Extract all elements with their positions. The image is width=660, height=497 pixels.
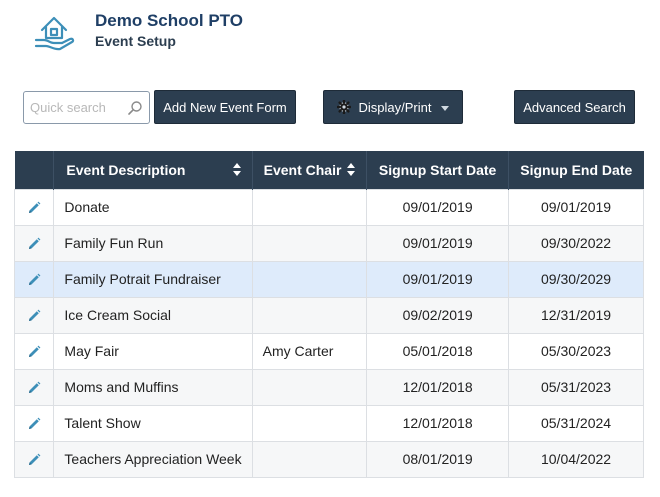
signup-end-cell: 09/30/2029 <box>508 260 644 298</box>
edit-cell[interactable] <box>13 296 55 334</box>
search-icon[interactable] <box>127 100 143 116</box>
signup-end-cell: 05/31/2024 <box>508 404 644 442</box>
search-input[interactable] <box>30 92 126 123</box>
pencil-icon[interactable] <box>27 273 41 287</box>
sort-icon[interactable] <box>347 163 356 176</box>
table-row[interactable]: Talent Show 12/01/2018 05/31/2024 <box>13 404 644 442</box>
edit-cell[interactable] <box>13 188 55 226</box>
signup-start-cell: 09/01/2019 <box>366 188 510 226</box>
display-print-button[interactable]: Display/Print <box>323 90 463 124</box>
app-title: Demo School PTO <box>95 11 243 30</box>
event-chair-cell <box>251 188 368 226</box>
signup-start-cell: 12/01/2018 <box>366 404 510 442</box>
signup-start-cell: 09/02/2019 <box>366 296 510 334</box>
edit-cell[interactable] <box>13 404 55 442</box>
table-row[interactable]: Family Potrait Fundraiser 09/01/2019 09/30… <box>13 260 644 298</box>
edit-column-header <box>14 151 55 189</box>
advanced-search-button[interactable]: Advanced Search <box>514 90 635 124</box>
signup-end-cell: 05/30/2023 <box>508 332 644 370</box>
display-print-label: Display/Print <box>358 99 432 115</box>
advanced-search-label: Advanced Search <box>523 99 626 115</box>
signup-end-cell: 09/01/2019 <box>508 188 644 226</box>
signup-end-cell: 12/31/2019 <box>508 296 644 334</box>
signup-end-cell: 09/30/2022 <box>508 224 644 262</box>
pencil-icon[interactable] <box>27 201 41 215</box>
edit-cell[interactable] <box>13 260 55 298</box>
page-title: Event Setup <box>95 33 176 49</box>
event-description-cell: May Fair <box>53 332 253 370</box>
event-chair-cell <box>251 404 368 442</box>
column-header-start[interactable]: Signup Start Date <box>366 151 510 189</box>
event-description-cell: Ice Cream Social <box>53 296 253 334</box>
edit-cell[interactable] <box>13 368 55 406</box>
pencil-icon[interactable] <box>27 381 41 395</box>
signup-end-cell: 10/04/2022 <box>508 440 644 478</box>
table-header-row: Event Description Event Chair Signup Sta… <box>14 151 644 189</box>
event-chair-cell <box>251 440 368 478</box>
sort-icon[interactable] <box>232 163 241 176</box>
event-chair-cell: Amy Carter <box>251 332 368 370</box>
signup-start-cell: 12/01/2018 <box>366 368 510 406</box>
table-row[interactable]: Moms and Muffins 12/01/2018 05/31/2023 <box>13 368 644 406</box>
column-header-end[interactable]: Signup End Date <box>509 151 644 189</box>
events-table: Event Description Event Chair Signup Sta… <box>13 151 644 478</box>
column-header-description[interactable]: Event Description <box>53 151 253 189</box>
add-event-button[interactable]: Add New Event Form <box>154 90 296 124</box>
gear-icon <box>336 100 351 114</box>
table-row[interactable]: Teachers Appreciation Week 08/01/2019 10/0… <box>13 440 644 478</box>
edit-cell[interactable] <box>13 332 55 370</box>
house-hand-icon <box>34 16 75 51</box>
event-chair-cell <box>251 224 368 262</box>
signup-end-cell: 05/31/2023 <box>508 368 644 406</box>
event-description-cell: Teachers Appreciation Week <box>53 440 253 478</box>
event-description-cell: Talent Show <box>53 404 253 442</box>
event-description-cell: Donate <box>53 188 253 226</box>
table-row[interactable]: Donate 09/01/2019 09/01/2019 <box>13 188 644 226</box>
edit-cell[interactable] <box>13 440 55 478</box>
table-row[interactable]: Family Fun Run 09/01/2019 09/30/2022 <box>13 224 644 262</box>
add-event-label: Add New Event Form <box>163 99 287 115</box>
table-row[interactable]: Ice Cream Social 09/02/2019 12/31/2019 <box>13 296 644 334</box>
pencil-icon[interactable] <box>27 345 41 359</box>
chevron-down-icon <box>441 105 450 111</box>
pencil-icon[interactable] <box>27 309 41 323</box>
event-chair-cell <box>251 368 368 406</box>
event-description-cell: Moms and Muffins <box>53 368 253 406</box>
signup-start-cell: 08/01/2019 <box>366 440 510 478</box>
quick-search[interactable] <box>23 91 150 124</box>
event-chair-cell <box>251 296 368 334</box>
event-chair-cell <box>251 260 368 298</box>
pencil-icon[interactable] <box>27 417 41 431</box>
event-description-cell: Family Fun Run <box>53 224 253 262</box>
table-row[interactable]: May Fair Amy Carter 05/01/2018 05/30/2023 <box>13 332 644 370</box>
signup-start-cell: 09/01/2019 <box>366 224 510 262</box>
pencil-icon[interactable] <box>27 453 41 467</box>
pencil-icon[interactable] <box>27 237 41 251</box>
signup-start-cell: 05/01/2018 <box>366 332 510 370</box>
edit-cell[interactable] <box>13 224 55 262</box>
signup-start-cell: 09/01/2019 <box>366 260 510 298</box>
event-description-cell: Family Potrait Fundraiser <box>53 260 253 298</box>
column-header-chair[interactable]: Event Chair <box>252 151 368 189</box>
